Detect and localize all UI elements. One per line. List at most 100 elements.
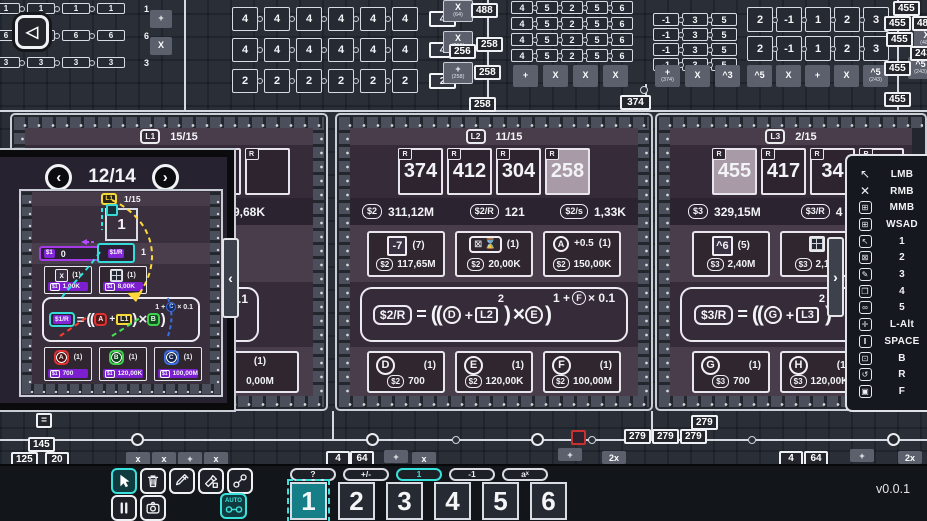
number-slot[interactable]: 2 bbox=[338, 482, 375, 520]
link-tool-button[interactable] bbox=[227, 468, 253, 494]
upgrade-card[interactable]: (1) $18,00K bbox=[99, 266, 147, 294]
slot-mode-button[interactable]: aˣ bbox=[502, 468, 548, 481]
node-cell[interactable]: 2 bbox=[747, 7, 773, 32]
variable-card[interactable]: D(1) $2700 bbox=[367, 351, 445, 393]
node-cell[interactable]: 3 bbox=[97, 57, 125, 68]
variable-card[interactable]: F(1) $2100,00M bbox=[543, 351, 621, 393]
slot-mode-button[interactable]: 1 bbox=[396, 468, 442, 481]
wire-node[interactable] bbox=[887, 433, 900, 446]
node-cell[interactable]: 3 bbox=[682, 28, 708, 41]
number-tile[interactable]: R 304 bbox=[496, 148, 541, 195]
operator-node[interactable]: ^5 bbox=[747, 65, 772, 87]
node-cell[interactable]: 1 bbox=[97, 3, 125, 14]
operator-node[interactable]: +(258) bbox=[443, 62, 473, 84]
operator-node[interactable]: X bbox=[685, 65, 710, 87]
node-cell[interactable]: 5 bbox=[711, 13, 737, 26]
node-cell[interactable]: 4 bbox=[296, 7, 322, 31]
node-cell[interactable]: -1 bbox=[653, 28, 679, 41]
upgrade-card[interactable]: -7(7) $2117,65M bbox=[367, 231, 445, 277]
node-cell[interactable]: 5 bbox=[536, 33, 558, 46]
node-cell[interactable]: 6 bbox=[611, 49, 633, 62]
wire-node[interactable] bbox=[366, 433, 379, 446]
operator-node[interactable]: X bbox=[543, 65, 568, 87]
selected-node[interactable] bbox=[571, 430, 586, 445]
operator-node[interactable]: X bbox=[150, 37, 172, 55]
operator-node[interactable]: ^3 bbox=[715, 65, 740, 87]
variable-card[interactable]: G(1) $3700 bbox=[692, 351, 770, 393]
node-cell[interactable]: 2 bbox=[834, 7, 860, 32]
node-cell[interactable]: 1 bbox=[0, 3, 20, 14]
node-cell[interactable]: 6 bbox=[62, 30, 90, 41]
node-cell[interactable]: 5 bbox=[586, 33, 608, 46]
node-cell[interactable]: 5 bbox=[536, 1, 558, 14]
number-tile[interactable]: R bbox=[245, 148, 290, 195]
slot-mode-button[interactable]: ? bbox=[290, 468, 336, 481]
node-cell[interactable]: 5 bbox=[536, 49, 558, 62]
back-button[interactable]: ◁ bbox=[15, 15, 49, 49]
operator-node[interactable]: X(64) bbox=[443, 0, 473, 22]
node-cell[interactable]: 4 bbox=[296, 38, 322, 62]
node-cell[interactable]: 4 bbox=[392, 7, 418, 31]
node-cell[interactable]: 6 bbox=[611, 17, 633, 30]
node-cell[interactable]: 4 bbox=[360, 7, 386, 31]
node-cell[interactable]: 4 bbox=[328, 38, 354, 62]
node-cell[interactable]: 5 bbox=[711, 43, 737, 56]
node-cell[interactable]: 2 bbox=[834, 36, 860, 61]
node-cell[interactable]: 2 bbox=[296, 69, 322, 93]
node-cell[interactable]: 4 bbox=[232, 38, 258, 62]
number-slot[interactable]: 5 bbox=[482, 482, 519, 520]
node-cell[interactable]: -1 bbox=[776, 36, 802, 61]
node-cell[interactable]: 4 bbox=[232, 7, 258, 31]
node-cell[interactable]: 2 bbox=[328, 69, 354, 93]
upgrade-card[interactable]: A+0.5(1) $2150,00K bbox=[543, 231, 621, 277]
overlay-collapse-tab[interactable]: ‹ bbox=[222, 238, 239, 318]
operator-node[interactable]: X bbox=[834, 65, 859, 87]
node-cell[interactable]: 1 bbox=[27, 3, 55, 14]
node-cell[interactable]: 2 bbox=[561, 49, 583, 62]
node-cell[interactable]: 2 bbox=[747, 36, 773, 61]
node-cell[interactable]: 6 bbox=[611, 33, 633, 46]
operator-node[interactable]: X bbox=[573, 65, 598, 87]
node-cell[interactable]: 5 bbox=[586, 1, 608, 14]
node-cell[interactable]: 3 bbox=[27, 57, 55, 68]
wire-node[interactable] bbox=[131, 433, 144, 446]
number-slot[interactable]: 1 bbox=[290, 482, 327, 520]
node-cell[interactable]: 5 bbox=[586, 17, 608, 30]
next-page-button[interactable]: › bbox=[152, 164, 179, 191]
variable-card[interactable]: C(1) $1100,00M bbox=[154, 347, 202, 381]
node-cell[interactable]: 1 bbox=[805, 36, 831, 61]
node-cell[interactable]: 2 bbox=[561, 17, 583, 30]
node-cell[interactable]: 3 bbox=[0, 57, 20, 68]
node-cell[interactable]: -1 bbox=[776, 7, 802, 32]
number-tile[interactable]: R 412 bbox=[447, 148, 492, 195]
node-cell[interactable]: 6 bbox=[611, 1, 633, 14]
node-cell[interactable]: 4 bbox=[511, 1, 533, 14]
node-cell[interactable]: 2 bbox=[232, 69, 258, 93]
node-cell[interactable]: 3 bbox=[62, 57, 90, 68]
node-cell[interactable]: 4 bbox=[264, 7, 290, 31]
operator-node[interactable]: + bbox=[513, 65, 538, 87]
operator-node[interactable]: + bbox=[150, 10, 172, 28]
slot-mode-button[interactable]: +/- bbox=[343, 468, 389, 481]
variable-card[interactable]: B(1) $1120,00K bbox=[99, 347, 147, 381]
node-cell[interactable]: -1 bbox=[653, 13, 679, 26]
auto-link-button[interactable]: AUTO bbox=[220, 493, 247, 519]
screenshot-button[interactable] bbox=[140, 495, 166, 521]
select-tool-button[interactable] bbox=[111, 468, 137, 494]
number-slot[interactable]: 3 bbox=[386, 482, 423, 520]
variable-card[interactable]: A(1) $1700 bbox=[44, 347, 92, 381]
node-cell[interactable]: 3 bbox=[682, 13, 708, 26]
node-cell[interactable]: 6 bbox=[97, 30, 125, 41]
node-cell[interactable]: 4 bbox=[511, 33, 533, 46]
pipette-tool-button[interactable] bbox=[169, 468, 195, 494]
stamp-tool-button[interactable] bbox=[198, 468, 224, 494]
upgrade-card[interactable]: ^6(5) $32,40M bbox=[692, 231, 770, 277]
node-cell[interactable]: 3 bbox=[682, 43, 708, 56]
operator-node[interactable]: + bbox=[805, 65, 830, 87]
upgrade-card[interactable]: ⊠⌛(1) $220,00K bbox=[455, 231, 533, 277]
node-cell[interactable]: 5 bbox=[536, 17, 558, 30]
number-tile[interactable]: R 455 bbox=[712, 148, 757, 195]
node-cell[interactable]: 5 bbox=[711, 28, 737, 41]
node-cell[interactable]: 4 bbox=[360, 38, 386, 62]
node-cell[interactable]: 2 bbox=[392, 69, 418, 93]
